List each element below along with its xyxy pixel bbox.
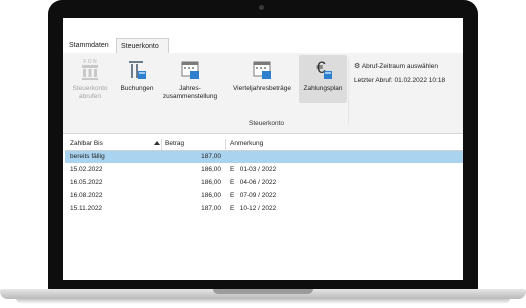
abruf-info: ⚙ Abruf-Zeitraum auswählen Letzter Abruf… [354,61,445,89]
cell-note: E 10-12 / 2022 [230,205,277,212]
column-header-betrag[interactable]: Betrag [165,140,184,147]
column-header-zahlbar-bis[interactable]: Zahlbar Bis [70,140,103,147]
letzter-abruf-text: Letzter Abruf: 01.02.2022 10:18 [354,77,446,84]
cell-date: 16.05.2022 [70,179,103,186]
euro-plan-icon: € [316,58,332,79]
steuerkonto-abrufen-button[interactable]: F O N Steuerkonto abrufen [69,57,111,101]
cell-date: 15.02.2022 [70,166,103,173]
svg-text:F O N: F O N [83,59,97,65]
laptop-shadow [16,298,510,304]
tab-bar: Stammdaten Steuerkonto [63,18,463,54]
payment-grid: Zahlbar Bis Betrag Anmerkung bereits fäl… [63,134,463,280]
column-divider [161,139,162,150]
tab-stammdaten[interactable]: Stammdaten [65,38,115,53]
column-header-anmerkung[interactable]: Anmerkung [230,140,263,147]
button-label-line2: abrufen [78,93,102,100]
jahreszusammenstellung-button[interactable]: Jahres- zusammenstellung [161,57,219,101]
bookings-table-icon [129,61,146,79]
table-row[interactable]: bereits fällig 187,00 [65,151,463,163]
cell-note: E 07-09 / 2022 [230,192,277,199]
column-divider [225,139,226,150]
vierteljahresbetraege-button[interactable]: Vierteljahresbeträge [227,57,297,93]
tab-steuerkonto[interactable]: Steuerkonto [116,38,169,54]
table-row[interactable]: 16.05.2022 186,00 E 04-06 / 2022 [65,177,463,189]
button-label-line1: Steuerkonto [72,85,108,92]
buchungen-button[interactable]: Buchungen [117,57,157,93]
ribbon-group-label: Steuerkonto [249,120,285,127]
button-label-line1: Jahres- [179,85,201,92]
grid-header: Zahlbar Bis Betrag Anmerkung [65,139,463,151]
calendar-year-icon [181,61,199,79]
cell-date: 16.08.2022 [70,192,103,199]
calendar-quarter-icon [253,61,271,79]
cell-amount: 186,00 [201,166,221,173]
button-label-line1: Buchungen [120,85,154,92]
gear-icon: ⚙ [354,63,361,70]
button-label-line1: Vierteljahresbeträge [232,85,292,92]
table-row[interactable]: 15.11.2022 187,00 E 10-12 / 2022 [65,203,463,215]
cell-amount: 186,00 [201,192,221,199]
cell-date: bereits fällig [70,153,105,160]
zahlungsplan-button[interactable]: € Zahlungsplan [299,55,347,103]
cell-amount: 187,00 [201,205,221,212]
laptop-notch [213,289,313,294]
cell-amount: 186,00 [201,179,221,186]
cell-note: E 04-06 / 2022 [230,179,277,186]
cell-note: E 01-03 / 2022 [230,166,277,173]
table-row[interactable]: 15.02.2022 186,00 E 01-03 / 2022 [65,164,463,176]
camera [259,5,264,10]
abruf-zeitraum-link[interactable]: ⚙ Abruf-Zeitraum auswählen [354,61,445,75]
ribbon-separator [348,59,349,123]
button-label-line2: zusammenstellung [162,93,218,100]
ribbon: F O N Steuerkonto abrufen Buchungen Jahr… [63,53,463,134]
cell-amount: 187,00 [201,153,221,160]
cell-date: 15.11.2022 [70,205,103,212]
app-screen: Stammdaten Steuerkonto F O N Steuerkonto… [63,18,463,280]
button-label-line1: Zahlungsplan [303,85,343,92]
table-row[interactable]: 16.08.2022 186,00 E 07-09 / 2022 [65,190,463,202]
fon-database-icon: F O N [82,59,98,80]
abruf-zeitraum-label: Abruf-Zeitraum auswählen [361,63,438,70]
sort-ascending-icon [154,141,160,145]
